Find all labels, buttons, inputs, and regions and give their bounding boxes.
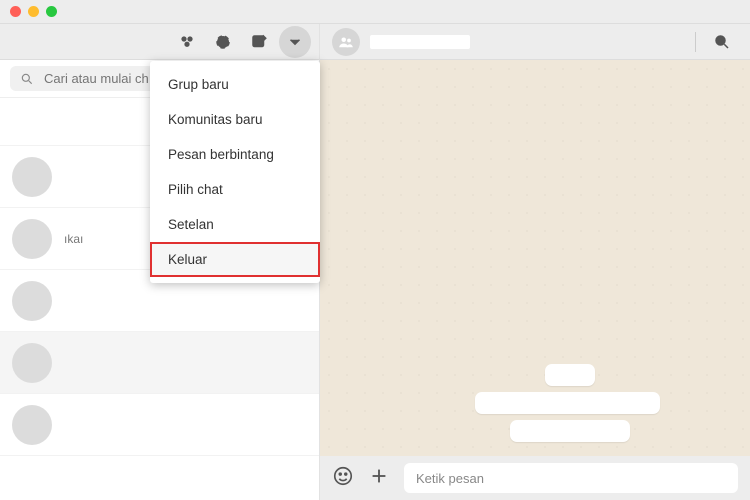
status-icon[interactable] (207, 26, 239, 58)
message-bubble[interactable] (510, 420, 630, 442)
avatar (12, 157, 52, 197)
conversation-pane: Ketik pesan (320, 24, 750, 500)
emoji-icon[interactable] (332, 465, 354, 492)
conversation-title[interactable] (370, 35, 470, 49)
menu-item-logout[interactable]: Keluar (150, 242, 320, 277)
menu-item-new-group[interactable]: Grup baru (150, 67, 320, 102)
list-item[interactable] (0, 394, 319, 456)
attach-icon[interactable] (368, 465, 390, 492)
message-input[interactable]: Ketik pesan (404, 463, 738, 493)
maximize-window-icon[interactable] (46, 6, 57, 17)
avatar (12, 219, 52, 259)
message-input-placeholder: Ketik pesan (416, 471, 484, 486)
messages-area[interactable] (320, 60, 750, 456)
avatar (12, 405, 52, 445)
divider (695, 32, 696, 52)
menu-item-settings[interactable]: Setelan (150, 207, 320, 242)
chat-list-pane: ıkaı Grup baru Komunitas baru Pesan berb… (0, 24, 320, 500)
search-in-chat-icon[interactable] (706, 26, 738, 58)
avatar (12, 343, 52, 383)
menu-item-new-community[interactable]: Komunitas baru (150, 102, 320, 137)
search-icon (20, 72, 34, 86)
message-bubble[interactable] (475, 392, 660, 414)
close-window-icon[interactable] (10, 6, 21, 17)
composer: Ketik pesan (320, 456, 750, 500)
communities-icon[interactable] (171, 26, 203, 58)
menu-item-starred[interactable]: Pesan berbintang (150, 137, 320, 172)
group-avatar-icon[interactable] (332, 28, 360, 56)
list-item[interactable] (0, 332, 319, 394)
menu-button[interactable] (279, 26, 311, 58)
avatar (12, 281, 52, 321)
menu-dropdown: Grup baru Komunitas baru Pesan berbintan… (150, 61, 320, 283)
conversation-header (320, 24, 750, 60)
left-toolbar (0, 24, 319, 60)
minimize-window-icon[interactable] (28, 6, 39, 17)
new-chat-icon[interactable] (243, 26, 275, 58)
menu-item-select-chats[interactable]: Pilih chat (150, 172, 320, 207)
chat-preview: ıkaı (64, 232, 83, 246)
message-bubble[interactable] (545, 364, 595, 386)
window-titlebar (0, 0, 750, 24)
